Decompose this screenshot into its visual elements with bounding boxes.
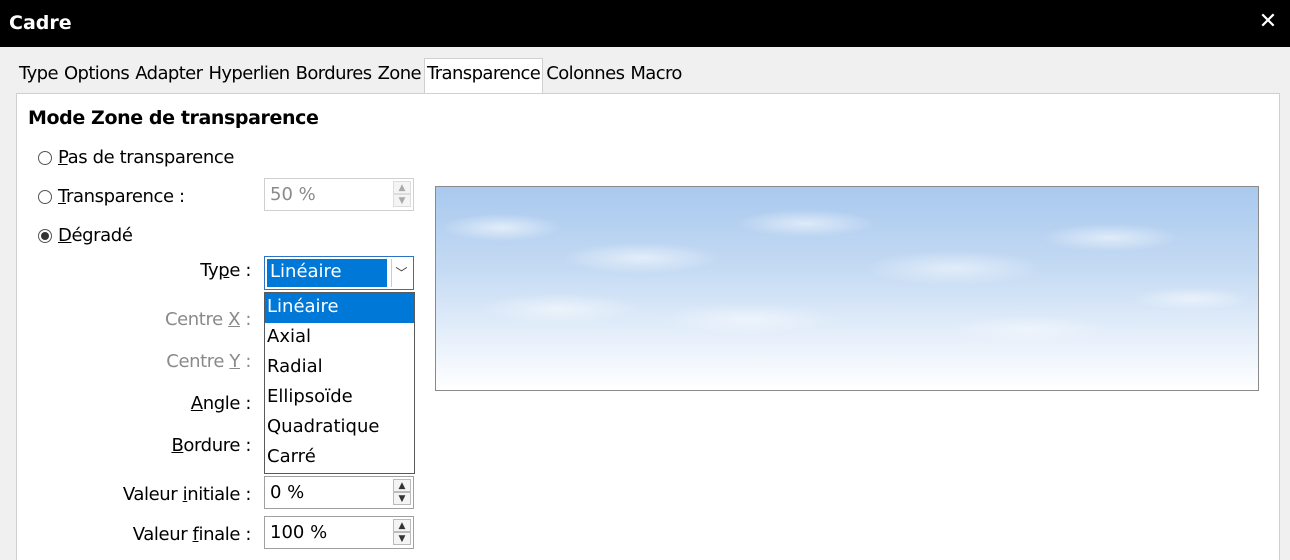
tab-area[interactable]: Zone bbox=[374, 58, 424, 93]
no-transparency-radio[interactable] bbox=[38, 150, 52, 165]
tab-adapter[interactable]: Adapter bbox=[132, 58, 206, 93]
spin-down-icon[interactable]: ▼ bbox=[393, 532, 411, 545]
transparency-label: Transparence : bbox=[58, 186, 185, 207]
start-value-spinner[interactable]: 0 % ▲ ▼ bbox=[264, 476, 414, 509]
tab-options[interactable]: Options bbox=[60, 58, 133, 93]
tab-macro[interactable]: Macro bbox=[627, 58, 685, 93]
transparency-spin-buttons[interactable]: ▲ ▼ bbox=[393, 181, 411, 208]
start-value-spin-buttons[interactable]: ▲ ▼ bbox=[393, 479, 411, 506]
list-item-quadratique[interactable]: Quadratique bbox=[265, 413, 414, 443]
list-item-ellipsoide[interactable]: Ellipsoïde bbox=[265, 383, 414, 413]
list-item-carre[interactable]: Carré bbox=[265, 443, 414, 473]
gradient-option[interactable]: Dégradé bbox=[38, 225, 133, 246]
type-label: Type : bbox=[200, 260, 251, 281]
no-transparency-label: Pas de transparence bbox=[58, 147, 234, 168]
close-icon[interactable]: ✕ bbox=[1256, 10, 1280, 34]
transparency-radio[interactable] bbox=[38, 189, 52, 204]
end-value-spinner[interactable]: 100 % ▲ ▼ bbox=[264, 516, 414, 549]
start-value-label: Valeur initiale : bbox=[122, 484, 252, 505]
chevron-down-icon[interactable]: ﹀ bbox=[391, 259, 411, 287]
gradient-radio[interactable] bbox=[38, 228, 52, 243]
center-x-label: Centre X : bbox=[164, 309, 251, 330]
spin-up-icon[interactable]: ▲ bbox=[393, 519, 411, 532]
tab-columns[interactable]: Colonnes bbox=[543, 58, 628, 93]
gradient-label: Dégradé bbox=[58, 225, 133, 246]
transparency-spinner[interactable]: 50 % ▲ ▼ bbox=[264, 178, 414, 211]
no-transparency-option[interactable]: Pas de transparence bbox=[38, 147, 234, 168]
start-value: 0 % bbox=[270, 482, 305, 503]
tab-bar: Type Options Adapter Hyperlien Bordures … bbox=[16, 58, 685, 93]
gradient-type-select[interactable]: Linéaire ﹀ bbox=[264, 256, 414, 290]
gradient-type-selected: Linéaire bbox=[267, 259, 387, 287]
spin-up-icon[interactable]: ▲ bbox=[393, 181, 411, 194]
transparency-panel: Mode Zone de transparence Pas de transpa… bbox=[16, 93, 1280, 560]
window-title: Cadre bbox=[9, 12, 72, 34]
tab-type[interactable]: Type bbox=[16, 58, 61, 93]
list-item-radial[interactable]: Radial bbox=[265, 353, 414, 383]
end-value: 100 % bbox=[270, 522, 328, 543]
section-title: Mode Zone de transparence bbox=[28, 107, 319, 129]
spin-up-icon[interactable]: ▲ bbox=[393, 479, 411, 492]
tab-hyperlink[interactable]: Hyperlien bbox=[205, 58, 293, 93]
transparency-option[interactable]: Transparence : bbox=[38, 186, 185, 207]
transparency-value: 50 % bbox=[270, 184, 316, 205]
gradient-type-list[interactable]: Linéaire Axial Radial Ellipsoïde Quadrat… bbox=[264, 292, 415, 474]
tab-transparency[interactable]: Transparence bbox=[424, 58, 544, 93]
border-label: Bordure : bbox=[171, 435, 251, 456]
title-bar: Cadre ✕ bbox=[0, 0, 1290, 47]
transparency-preview bbox=[435, 186, 1259, 391]
tab-borders[interactable]: Bordures bbox=[292, 58, 375, 93]
angle-label: Angle : bbox=[190, 393, 252, 414]
end-value-spin-buttons[interactable]: ▲ ▼ bbox=[393, 519, 411, 546]
end-value-label: Valeur finale : bbox=[132, 524, 252, 545]
spin-down-icon[interactable]: ▼ bbox=[393, 492, 411, 505]
dialog-body: Type Options Adapter Hyperlien Bordures … bbox=[0, 47, 1290, 560]
list-item-lineaire[interactable]: Linéaire bbox=[265, 293, 414, 323]
spin-down-icon[interactable]: ▼ bbox=[393, 194, 411, 207]
list-item-axial[interactable]: Axial bbox=[265, 323, 414, 353]
center-y-label: Centre Y : bbox=[166, 351, 251, 372]
